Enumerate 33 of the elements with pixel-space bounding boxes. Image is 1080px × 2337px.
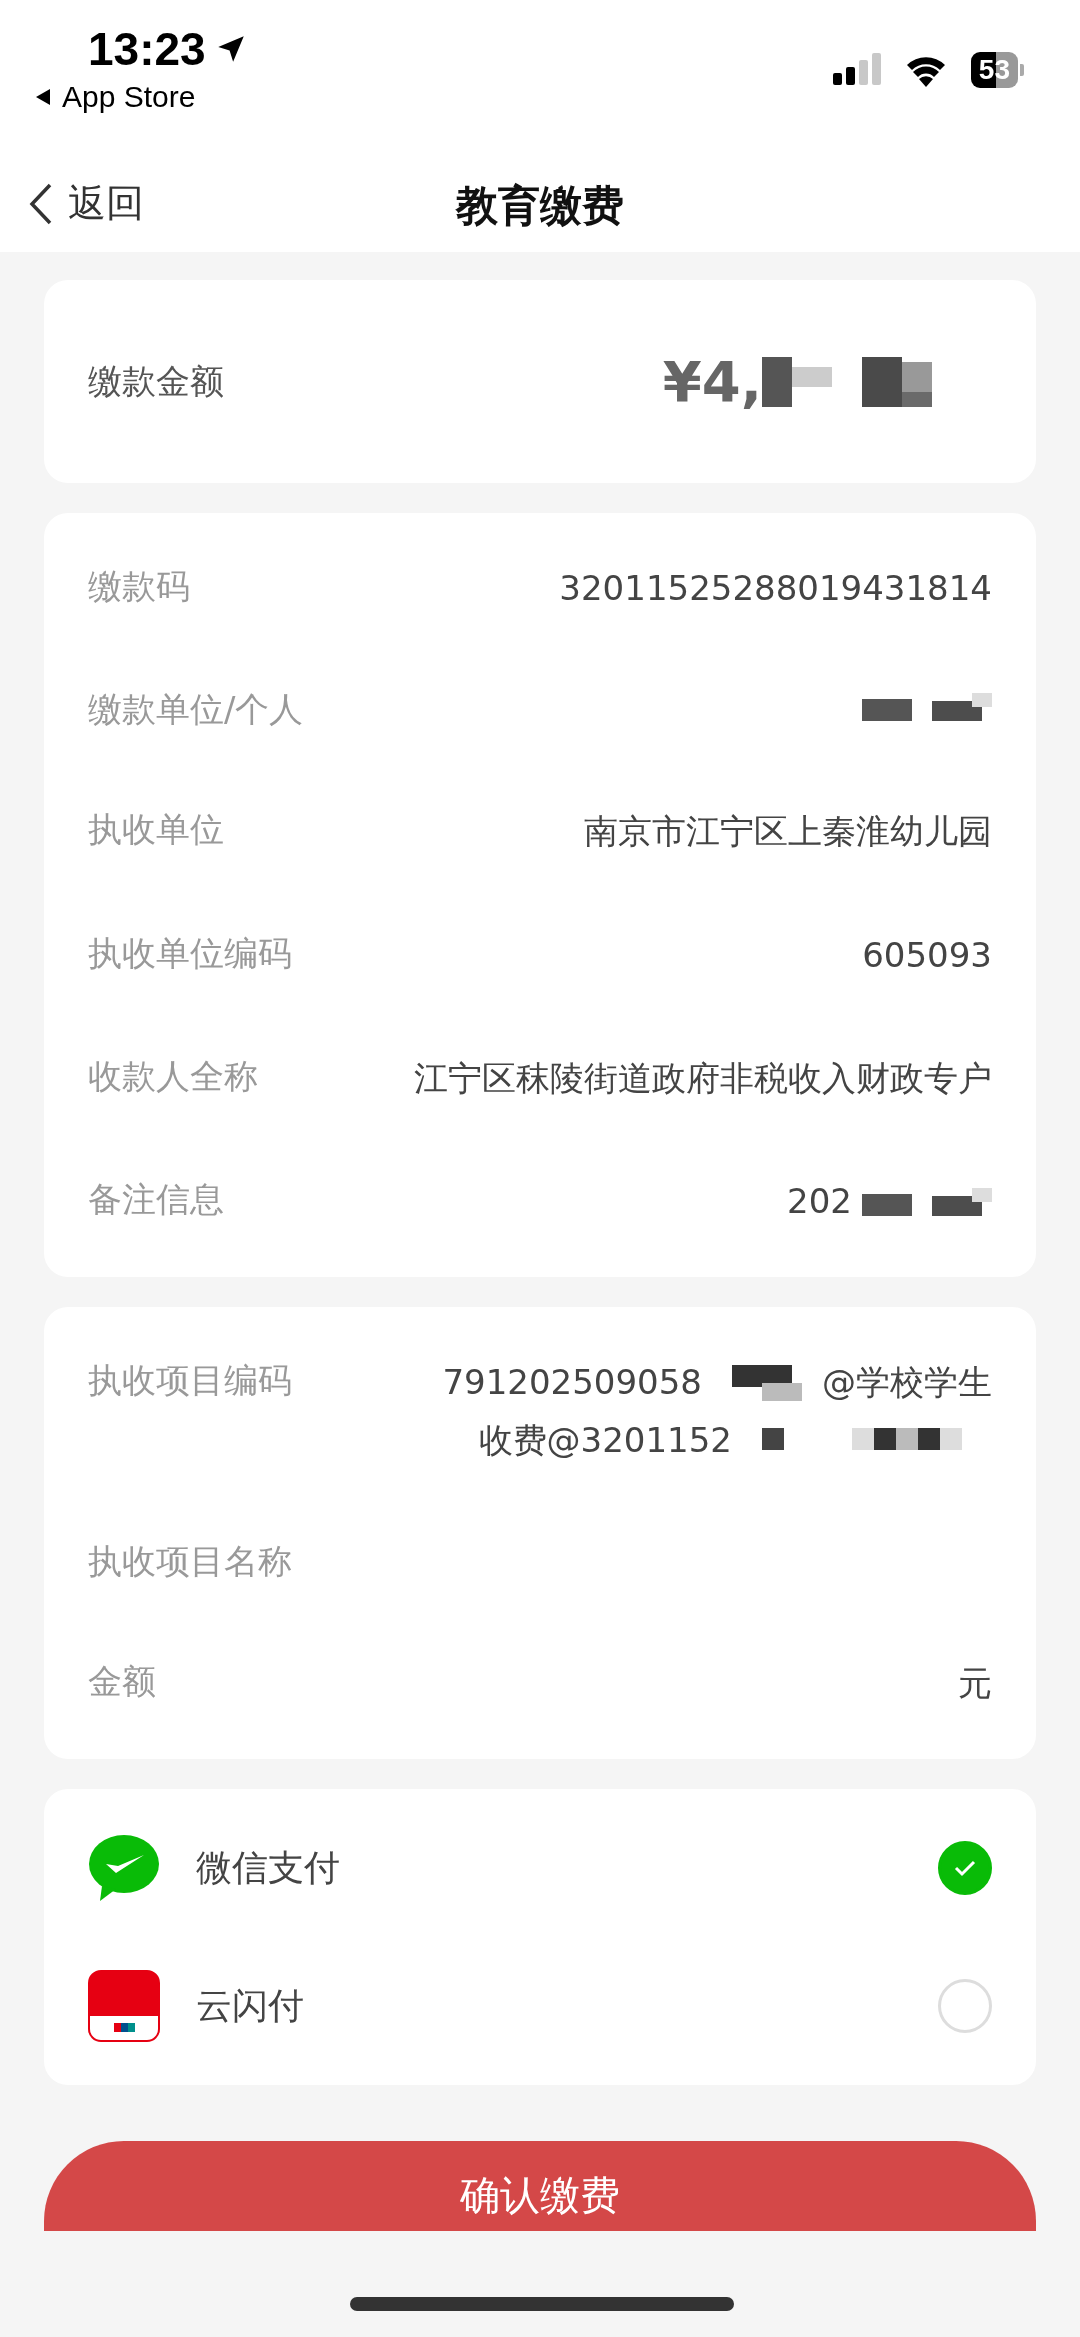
field-label: 备注信息 <box>88 1178 224 1222</box>
field-label: 执收项目编码 <box>88 1359 292 1403</box>
page-title: 教育缴费 <box>456 180 624 232</box>
field-label: 执收单位 <box>88 808 224 852</box>
payment-option[interactable]: 云闪付 <box>88 1937 992 2076</box>
field-label: 缴款单位/个人 <box>88 688 304 732</box>
field-value: @学校学生 <box>822 1361 992 1405</box>
status-time: 13:23 <box>88 22 206 76</box>
chevron-left-icon <box>28 181 54 226</box>
back-triangle-icon <box>34 87 52 107</box>
field-label: 缴款码 <box>88 565 190 608</box>
field-value: 605093 <box>862 933 992 977</box>
field-value: 江宁区秣陵街道政府非税收入财政专户 <box>414 1056 992 1100</box>
radio-button[interactable] <box>938 1841 992 1896</box>
back-button[interactable]: 返回 <box>28 178 144 229</box>
payment-app-icon <box>88 1970 160 2043</box>
field-value: 32011525288019431814 <box>559 567 992 610</box>
field-value: 南京市江宁区上秦淮幼儿园 <box>584 810 992 854</box>
confirm-payment-button[interactable]: 确认缴费 <box>44 2141 1036 2232</box>
chat-bubble-check-icon <box>88 1834 160 1903</box>
field-value: 791202509058 <box>442 1361 702 1405</box>
field-label: 执收单位编码 <box>88 931 292 975</box>
signal-icon <box>832 53 881 87</box>
field-value: 收费@3201152 <box>478 1418 732 1462</box>
field-label: 缴款金额 <box>88 359 224 403</box>
field-value: 202 <box>787 1180 852 1224</box>
field-label: 收款人全称 <box>88 1054 258 1098</box>
payment-option[interactable]: 微信支付 <box>88 1799 992 1938</box>
field-value: 元 <box>958 1662 992 1706</box>
amount-value: ¥4, <box>662 349 762 414</box>
field-label: 金额 <box>88 1660 156 1704</box>
field-label: 执收项目名称 <box>88 1540 292 1584</box>
back-to-app-link[interactable]: App Store <box>34 80 248 114</box>
